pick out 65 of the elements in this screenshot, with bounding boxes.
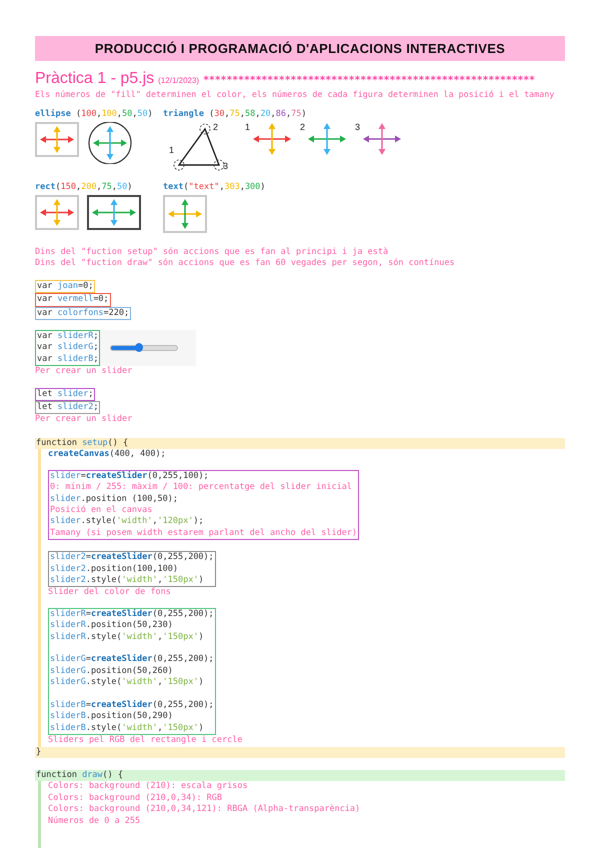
comment-text: Dins del "fuction setup" són accions que es fan al principi i ja està: [35, 247, 390, 258]
axis-arrows-drawing: [163, 195, 207, 233]
function-call: ellipse (100,100,50,50): [35, 109, 154, 119]
code-line: sliderB.style('width','150px'): [50, 722, 205, 734]
axis-arrows-drawing: [252, 122, 292, 156]
code-line: slider2.style('width','150px'): [50, 574, 205, 586]
code-line: sliderB.position(50,290): [50, 711, 174, 723]
star-divider: *********************************************************: [203, 75, 535, 86]
point-label: 2: [300, 122, 306, 132]
code-line: var sliderG;: [37, 342, 98, 354]
axis-arrows-drawing: [307, 122, 348, 156]
code-line: sliderG.position(50,260): [50, 666, 174, 678]
vertex-label: 2: [213, 123, 218, 132]
code-line: var colorfons=220;: [37, 308, 130, 320]
function-call: rect(150,200,75,50): [35, 182, 134, 192]
code-line: var vermell=0;: [37, 294, 109, 306]
code-line: slider=createSlider(0,255,100);: [50, 470, 210, 482]
comment-text: Tamany (si posem width estarem parlant del ancho del slider): [50, 528, 358, 540]
comment-text: Colors: background (210,0,34): RGB: [48, 792, 222, 804]
point-label: 3: [355, 122, 360, 132]
comment-text: Per crear un slider: [35, 414, 132, 426]
code-line: let slider2;: [37, 402, 98, 414]
slider-thumb[interactable]: [135, 343, 144, 352]
code-line: slider2.position(100,100): [50, 564, 179, 575]
comment-text: Números de 0 a 255: [48, 816, 140, 828]
date-text: (12/1/2023): [158, 76, 200, 85]
code-line: sliderR.style('width','150px'): [50, 632, 205, 643]
practice-heading: Pràctica 1 - p5.js: [35, 70, 154, 88]
code-line: sliderG.style('width','150px'): [50, 677, 205, 689]
code-line: sliderG=createSlider(0,255,200);: [50, 654, 214, 666]
intro-text: Els números de "fill" determinen el color, els números de cada figura determinen la posició i el tamany: [35, 89, 556, 99]
vertex-label: 3: [223, 162, 228, 171]
code-line: slider.style('width','120px');: [50, 516, 205, 528]
function-call: triangle (30,75,58,20,86,75): [163, 109, 308, 119]
slider[interactable]: [110, 345, 178, 352]
code-line: var sliderR;: [37, 331, 98, 342]
page-title: PRODUCCIÓ I PROGRAMACIÓ D'APLICACIONS INTERACTIVES: [35, 36, 565, 61]
vertex-label: 1: [169, 146, 174, 155]
code-line: var joan=0;: [37, 280, 94, 292]
comment-text: Colors: background (210): escala grisos: [48, 781, 248, 793]
comment-text: Sliders pel RGB del rectangle i cercle: [48, 735, 242, 747]
circle-arrows-drawing: [87, 122, 133, 164]
comment-text: Slider del color de fons: [48, 587, 171, 599]
axis-arrows-drawing: [35, 122, 79, 157]
rectangle-arrows-drawing: [87, 195, 141, 230]
code-line: slider.position (100,50);: [50, 494, 179, 505]
code-line: slider2=createSlider(0,255,200);: [50, 552, 214, 564]
comment-text: Colors: background (210,0,34,121): RBGA (Alpha-transparència): [48, 804, 360, 816]
closing-brace: }: [35, 746, 565, 758]
code-line: sliderR.position(50,230): [50, 620, 174, 632]
code-line: sliderB=createSlider(0,255,200);: [50, 700, 214, 712]
code-line: createCanvas(400, 400);: [48, 449, 166, 461]
comment-text: 0: mínim / 255: màxim / 100: percentatge del slider inicial: [50, 482, 353, 494]
comment-text: Per crear un slider: [35, 366, 132, 378]
function-header: function setup() {: [35, 438, 565, 450]
axis-arrows-drawing: [35, 195, 79, 230]
comment-text: Dins del "fuction draw" són accions que es fan 60 vegades per segon, són contínues: [35, 258, 456, 270]
axis-arrows-drawing: [362, 122, 402, 156]
code-line: var sliderB;: [37, 354, 98, 366]
comment-text: Posició en el canvas: [50, 504, 154, 516]
code-line: let slider;: [37, 388, 94, 400]
code-line: sliderR=createSlider(0,255,200);: [50, 608, 214, 620]
function-header: function draw() {: [35, 770, 565, 782]
point-label: 1: [245, 122, 250, 132]
function-call: text("text",303,300): [163, 182, 266, 192]
